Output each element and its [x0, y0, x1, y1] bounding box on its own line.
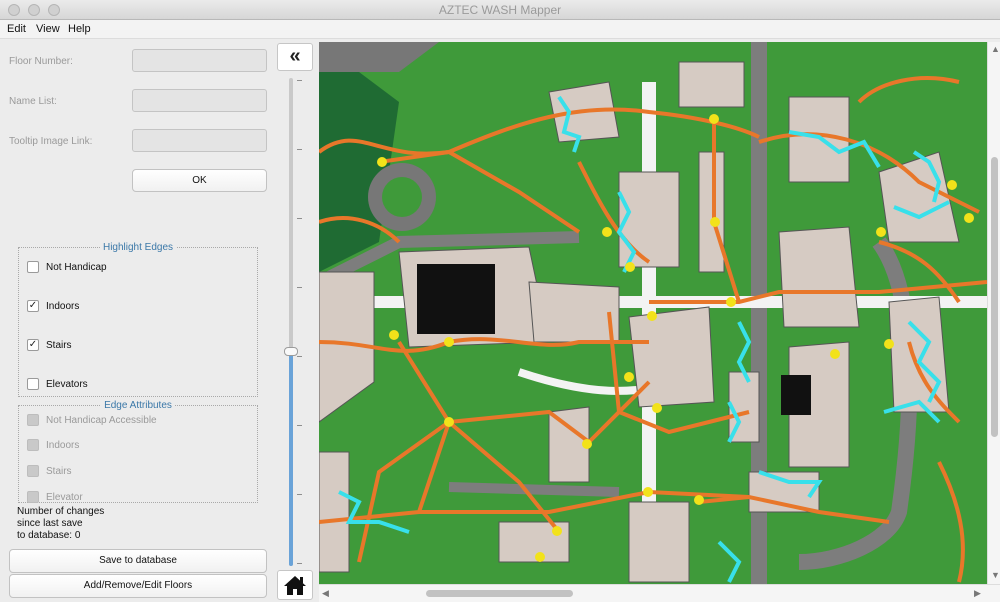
edit-floors-button[interactable]: Add/Remove/Edit Floors: [9, 574, 267, 598]
menu-help[interactable]: Help: [68, 23, 91, 35]
name-list-field[interactable]: [132, 89, 267, 112]
checkbox-box-disabled: [27, 439, 39, 451]
changes-line-3: to database: 0: [17, 530, 81, 541]
menu-bar: Edit View Help: [0, 20, 1000, 39]
attr-not-handicap-accessible: Not Handicap Accessible: [27, 414, 157, 426]
slider-tick: [297, 149, 302, 150]
floor-number-field[interactable]: [132, 49, 267, 72]
checkbox-box-checked[interactable]: ✓: [27, 300, 39, 312]
left-panel: Floor Number: Name List: Tooltip Image L…: [0, 40, 275, 602]
checkbox-label: Not Handicap Accessible: [46, 414, 157, 426]
floor-number-label: Floor Number:: [9, 56, 73, 67]
checkbox-label: Indoors: [46, 439, 80, 451]
slider-tick: [297, 218, 302, 219]
tooltip-image-link-field[interactable]: [132, 129, 267, 152]
checkbox-elevators[interactable]: Elevators: [27, 378, 88, 390]
home-button[interactable]: [277, 570, 313, 600]
checkbox-stairs[interactable]: ✓ Stairs: [27, 339, 72, 351]
attr-elevator: Elevator: [27, 491, 83, 503]
checkbox-label: Elevators: [46, 378, 88, 390]
tooltip-image-link-label: Tooltip Image Link:: [9, 136, 93, 147]
slider-tick: [297, 563, 302, 564]
slider-tick: [297, 356, 302, 357]
floor-slider-thumb[interactable]: [284, 347, 298, 356]
scroll-left-arrow[interactable]: ◀: [322, 588, 329, 599]
name-list-label: Name List:: [9, 96, 57, 107]
checkbox-box-checked[interactable]: ✓: [27, 339, 39, 351]
scroll-up-arrow[interactable]: ▲: [991, 44, 1000, 54]
attr-indoors: Indoors: [27, 439, 79, 451]
map-horizontal-scrollbar[interactable]: ◀ ▶: [319, 584, 1000, 602]
checkbox-label: Not Handicap: [46, 261, 107, 273]
checkbox-box[interactable]: [27, 261, 39, 273]
floor-slider-fill: [289, 353, 293, 566]
slider-tick: [297, 494, 302, 495]
horizontal-scroll-thumb[interactable]: [426, 590, 573, 597]
edge-attributes-group: Edge Attributes Not Handicap Accessible …: [18, 400, 258, 503]
title-bar: AZTEC WASH Mapper: [0, 0, 1000, 20]
slider-tick: [297, 425, 302, 426]
checkbox-label: Stairs: [46, 339, 72, 351]
highlight-edges-group: Highlight Edges Not Handicap ✓ Indoors ✓…: [18, 242, 258, 397]
changes-line-1: Number of changes: [17, 506, 105, 517]
slider-tick: [297, 287, 302, 288]
roundabout-center: [382, 177, 422, 217]
changes-line-2: since last save: [17, 518, 83, 529]
checkbox-label: Stairs: [46, 465, 72, 477]
checkbox-box-disabled: [27, 465, 39, 477]
road: [448, 482, 620, 497]
edge-attributes-title: Edge Attributes: [101, 400, 175, 411]
dark-roof: [417, 264, 495, 334]
checkbox-not-handicap[interactable]: Not Handicap: [27, 261, 107, 273]
ok-button[interactable]: OK: [132, 169, 267, 192]
window-title: AZTEC WASH Mapper: [438, 3, 562, 17]
map-canvas[interactable]: [319, 42, 987, 584]
checkbox-box[interactable]: [27, 378, 39, 390]
vertical-scroll-thumb[interactable]: [991, 157, 998, 437]
home-icon: [284, 576, 306, 595]
map-vertical-scrollbar[interactable]: ▲ ▼: [987, 42, 1000, 584]
highlight-edges-title: Highlight Edges: [99, 242, 177, 253]
double-chevron-left-icon: «: [289, 45, 301, 67]
changes-count-text: Number of changes since last save to dat…: [17, 506, 104, 542]
scroll-down-arrow[interactable]: ▼: [991, 570, 1000, 580]
menu-edit[interactable]: Edit: [7, 23, 26, 35]
side-controls: «: [275, 40, 315, 602]
save-to-database-button[interactable]: Save to database: [9, 549, 267, 573]
attr-stairs: Stairs: [27, 465, 72, 477]
collapse-panel-button[interactable]: «: [277, 43, 313, 71]
checkbox-label: Indoors: [46, 300, 80, 312]
dark-roof: [781, 375, 811, 415]
campus-map[interactable]: [319, 42, 987, 584]
checkbox-indoors[interactable]: ✓ Indoors: [27, 300, 79, 312]
slider-tick: [297, 80, 302, 81]
menu-view[interactable]: View: [36, 23, 60, 35]
scroll-right-arrow[interactable]: ▶: [974, 588, 981, 599]
checkbox-box-disabled: [27, 491, 39, 503]
checkbox-label: Elevator: [46, 491, 83, 503]
checkbox-box-disabled: [27, 414, 39, 426]
